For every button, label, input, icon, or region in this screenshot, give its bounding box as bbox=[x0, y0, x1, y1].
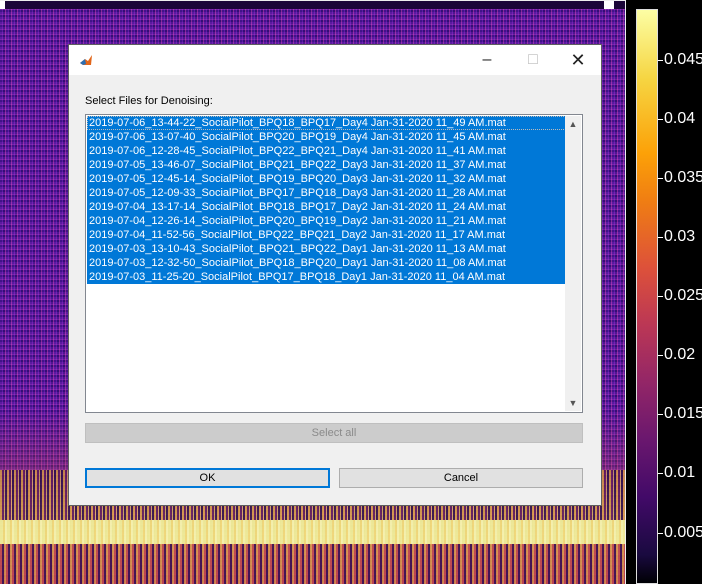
list-item[interactable]: 2019-07-03_12-32-50_SocialPilot_BPQ18_BP… bbox=[87, 256, 566, 270]
list-item[interactable]: 2019-07-06_13-07-40_SocialPilot_BPQ20_BP… bbox=[87, 130, 566, 144]
colorbar-tick-label: 0.045 bbox=[664, 51, 702, 68]
colorbar-tick-label: 0.035 bbox=[664, 169, 702, 186]
colorbar-tick bbox=[658, 296, 663, 297]
list-item[interactable]: 2019-07-04_13-17-14_SocialPilot_BPQ18_BP… bbox=[87, 200, 566, 214]
colorbar-tick bbox=[658, 119, 663, 120]
list-item[interactable]: 2019-07-06_12-28-45_SocialPilot_BPQ22_BP… bbox=[87, 144, 566, 158]
list-item[interactable]: 2019-07-04_12-26-14_SocialPilot_BPQ20_BP… bbox=[87, 214, 566, 228]
colorbar bbox=[636, 9, 658, 584]
colorbar-tick bbox=[658, 355, 663, 356]
close-icon[interactable]: ✕ bbox=[555, 45, 601, 75]
colorbar-tick bbox=[658, 414, 663, 415]
colorbar-tick bbox=[658, 533, 663, 534]
colorbar-tick bbox=[658, 178, 663, 179]
colorbar-tick bbox=[658, 60, 663, 61]
colorbar-tick-label: 0.03 bbox=[664, 228, 696, 245]
list-item[interactable]: 2019-07-03_11-25-20_SocialPilot_BPQ17_BP… bbox=[87, 270, 566, 284]
listbox-scrollbar[interactable]: ▲ ▼ bbox=[565, 116, 581, 411]
list-item[interactable]: 2019-07-05_12-45-14_SocialPilot_BPQ19_BP… bbox=[87, 172, 566, 186]
cancel-button[interactable]: Cancel bbox=[339, 468, 583, 488]
colorbar-tick bbox=[658, 473, 663, 474]
list-item[interactable]: 2019-07-06_13-44-22_SocialPilot_BPQ18_BP… bbox=[87, 116, 566, 130]
list-item[interactable]: 2019-07-05_13-46-07_SocialPilot_BPQ21_BP… bbox=[87, 158, 566, 172]
maximize-icon[interactable]: □ bbox=[510, 45, 556, 75]
minimize-icon[interactable]: – bbox=[464, 45, 510, 75]
colorbar-tick-label: 0.015 bbox=[664, 405, 702, 422]
colorbar-tick bbox=[658, 237, 663, 238]
list-item[interactable]: 2019-07-04_11-52-56_SocialPilot_BPQ22_BP… bbox=[87, 228, 566, 242]
select-all-button[interactable]: Select all bbox=[85, 423, 583, 443]
ok-button[interactable]: OK bbox=[85, 468, 330, 488]
colorbar-tick-label: 0.01 bbox=[664, 464, 696, 481]
scroll-down-icon[interactable]: ▼ bbox=[565, 395, 581, 411]
list-item[interactable]: 2019-07-05_12-09-33_SocialPilot_BPQ17_BP… bbox=[87, 186, 566, 200]
select-files-label: Select Files for Denoising: bbox=[85, 95, 213, 107]
colorbar-tick-label: 0.02 bbox=[664, 346, 696, 363]
file-listbox[interactable]: 2019-07-06_13-44-22_SocialPilot_BPQ18_BP… bbox=[85, 114, 583, 413]
colorbar-tick-label: 0.005 bbox=[664, 524, 702, 541]
colorbar-tick-label: 0.04 bbox=[664, 110, 696, 127]
colorbar-tick-label: 0.025 bbox=[664, 287, 702, 304]
dialog-titlebar[interactable]: – □ ✕ bbox=[69, 45, 601, 75]
scroll-up-icon[interactable]: ▲ bbox=[565, 116, 581, 132]
file-list: 2019-07-06_13-44-22_SocialPilot_BPQ18_BP… bbox=[87, 116, 566, 284]
matlab-icon bbox=[80, 55, 92, 65]
file-select-dialog: – □ ✕ Select Files for Denoising: 2019-0… bbox=[68, 44, 602, 506]
list-item[interactable]: 2019-07-03_13-10-43_SocialPilot_BPQ21_BP… bbox=[87, 242, 566, 256]
